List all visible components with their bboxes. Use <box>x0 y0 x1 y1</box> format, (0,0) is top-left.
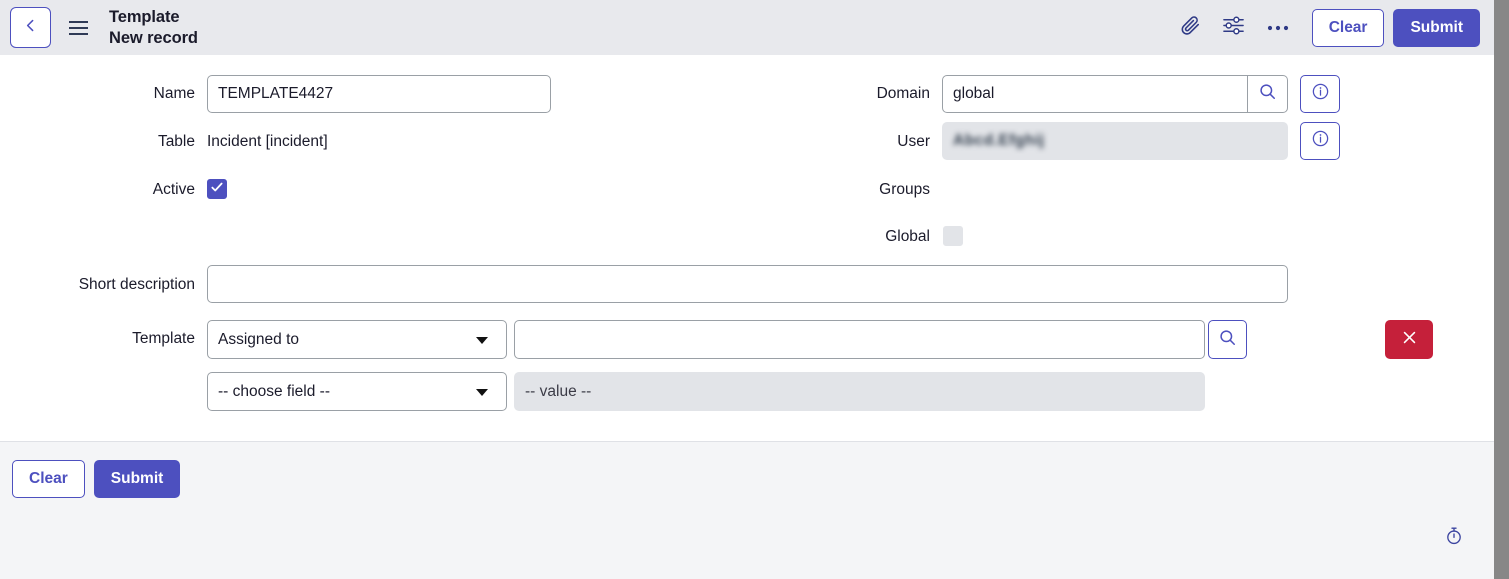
paperclip-icon <box>1179 14 1201 41</box>
template-value-lookup-button-1[interactable] <box>1208 320 1247 359</box>
close-icon <box>1401 329 1418 351</box>
name-input[interactable] <box>207 75 551 113</box>
template-value-input-2-value: -- value -- <box>525 383 591 401</box>
page-title: Template New record <box>109 7 1168 49</box>
page-root: Template New record <box>0 0 1509 579</box>
template-field-select-1[interactable]: Assigned to <box>207 320 507 359</box>
header-submit-button[interactable]: Submit <box>1393 9 1480 47</box>
vertical-scrollbar[interactable] <box>1494 0 1509 579</box>
short-description-label: Short description <box>35 276 195 294</box>
header-clear-button[interactable]: Clear <box>1312 9 1385 47</box>
user-value-redacted: Abcd.Efghij <box>953 132 1045 150</box>
template-row-delete-button-1[interactable] <box>1385 320 1433 359</box>
info-icon <box>1311 129 1330 153</box>
user-field[interactable]: Abcd.Efghij <box>942 122 1288 160</box>
stopwatch-icon <box>1444 533 1464 550</box>
global-label: Global <box>790 228 930 246</box>
template-label: Template <box>55 330 195 348</box>
header-action-buttons: Clear Submit <box>1312 9 1480 47</box>
form-body: Name Table Incident [incident] Active Do… <box>0 55 1494 441</box>
domain-lookup-button[interactable] <box>1248 75 1288 113</box>
chevron-down-icon <box>476 337 488 344</box>
template-value-input-2[interactable]: -- value -- <box>514 372 1205 411</box>
search-icon <box>1218 328 1237 352</box>
template-value-input-1[interactable] <box>514 320 1205 359</box>
info-icon <box>1311 82 1330 106</box>
user-label: User <box>790 133 930 151</box>
response-time-button[interactable] <box>1444 526 1464 551</box>
name-label: Name <box>55 85 195 103</box>
check-icon <box>210 180 224 199</box>
table-value: Incident [incident] <box>207 133 328 151</box>
active-label: Active <box>55 181 195 199</box>
sliders-icon <box>1222 14 1245 42</box>
domain-label: Domain <box>790 85 930 103</box>
footer-action-buttons: Clear Submit <box>12 460 180 498</box>
attachment-button[interactable] <box>1168 8 1212 48</box>
page-title-secondary: New record <box>109 28 1168 49</box>
short-description-input[interactable] <box>207 265 1288 303</box>
page-title-primary: Template <box>109 7 1168 28</box>
domain-input[interactable] <box>942 75 1248 113</box>
template-field-select-1-value: Assigned to <box>218 331 299 349</box>
footer-submit-button[interactable]: Submit <box>94 460 181 498</box>
active-checkbox[interactable] <box>207 179 227 199</box>
user-info-button[interactable] <box>1300 122 1340 160</box>
more-options-button[interactable] <box>1256 8 1300 48</box>
page-header: Template New record <box>0 0 1494 55</box>
ellipsis-icon <box>1267 19 1289 37</box>
footer-bar: Clear Submit <box>0 441 1494 579</box>
table-label: Table <box>55 133 195 151</box>
groups-label: Groups <box>790 181 930 199</box>
chevron-left-icon <box>22 17 39 39</box>
hamburger-menu-icon[interactable] <box>61 11 95 45</box>
search-icon <box>1258 82 1277 106</box>
template-field-select-2[interactable]: -- choose field -- <box>207 372 507 411</box>
vertical-scrollbar-thumb[interactable] <box>1494 0 1509 579</box>
header-icon-group <box>1168 8 1300 48</box>
global-checkbox[interactable] <box>943 226 963 246</box>
chevron-down-icon <box>476 389 488 396</box>
footer-clear-button[interactable]: Clear <box>12 460 85 498</box>
template-field-select-2-value: -- choose field -- <box>218 383 330 401</box>
personalize-form-button[interactable] <box>1212 8 1256 48</box>
back-button[interactable] <box>10 7 51 48</box>
domain-info-button[interactable] <box>1300 75 1340 113</box>
